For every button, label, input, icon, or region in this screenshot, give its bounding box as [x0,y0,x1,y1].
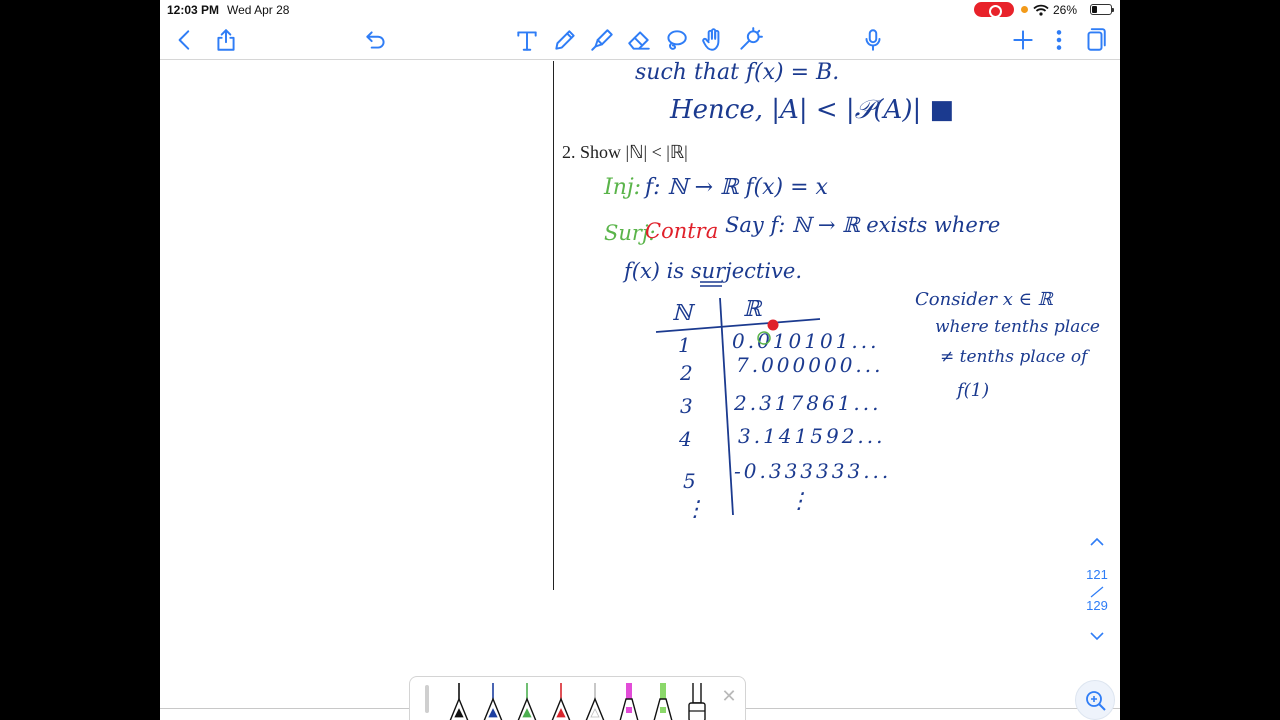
ink-table-header-n: ℕ [672,301,696,326]
notes-toolbar [160,20,1120,60]
ink-row-4-n: 4 [678,427,692,451]
pen-tray: ✕ [409,676,746,720]
ink-surj-text2: f(x) is surjective. [622,259,802,283]
ink-contra-label: Contra [645,219,718,243]
ink-row-1-r: 0.010101... [732,329,880,353]
battery-icon [1090,4,1114,15]
ink-table-right-ellipsis: ⋮ [788,489,810,514]
ink-surj-text: Say f: ℕ → ℝ exists where [725,213,1000,237]
close-icon[interactable]: ✕ [720,687,738,705]
eraser-tool-icon[interactable] [623,24,655,56]
pen-red[interactable] [549,681,573,720]
hand-tool-icon[interactable] [697,24,729,56]
ink-consider-line2: where tenths place [935,317,1100,337]
share-icon[interactable] [210,24,242,56]
laser-pointer-icon[interactable] [734,24,766,56]
chevron-down-icon[interactable] [1087,628,1107,644]
wifi-icon [1033,4,1049,16]
ink-row-5-r: -0.333333... [734,459,891,483]
ipad-screen: 12:03 PM Wed Apr 28 26% such that f(x) =… [160,0,1120,720]
status-time: 12:03 PM [167,3,220,17]
ink-consider-line3: ≠ tenths place of [940,347,1090,367]
back-icon[interactable] [169,24,201,56]
undo-icon[interactable] [360,24,392,56]
pen-white[interactable] [583,681,607,720]
ink-table-header-r: ℝ [743,297,763,322]
camera-indicator-icon [1021,6,1028,13]
add-page-icon[interactable] [1007,24,1039,56]
pen-blue[interactable] [481,681,505,720]
pages-icon[interactable] [1079,24,1111,56]
current-page-number: 121 [1086,567,1108,582]
ink-row-2-n: 2 [679,361,693,385]
status-date: Wed Apr 28 [227,3,290,17]
pen-black[interactable] [447,681,471,720]
status-bar: 12:03 PM Wed Apr 28 26% [160,0,1120,20]
screen-recording-icon[interactable] [974,2,1014,18]
ink-row-3-r: 2.317861... [733,391,882,415]
page-separator [1090,586,1104,598]
ink-row-3-n: 3 [680,394,693,418]
ink-consider-line1: Consider x ∈ ℝ [915,289,1054,310]
microphone-icon[interactable] [857,24,889,56]
zoom-button[interactable] [1075,680,1115,720]
ink-top-line1: such that f(x) = B. [635,61,839,85]
ink-row-1-n: 1 [678,333,691,357]
pen-pink-highlighter[interactable] [617,681,641,720]
page-navigator: 121 129 [1080,530,1114,650]
total-pages-number: 129 [1086,598,1108,613]
ink-table-left-ellipsis: ⋮ [684,497,706,522]
tray-drag-handle[interactable] [425,685,429,713]
text-tool-icon[interactable] [511,24,543,56]
problem-heading: 2. Show |ℕ| < |ℝ| [562,142,688,162]
chevron-up-icon[interactable] [1087,534,1107,550]
highlighter-tool-icon[interactable] [586,24,618,56]
lasso-tool-icon[interactable] [660,24,692,56]
pen-green-highlighter[interactable] [651,681,675,720]
pen-eraser[interactable] [685,681,709,720]
ink-row-2-r: 7.000000... [736,353,884,377]
ink-row-4-r: 3.141592... [738,424,886,448]
ink-top-line2: Hence, |A| < |𝒫(A)| ■ [669,95,954,125]
battery-percentage: 26% [1053,3,1078,17]
magnifier-plus-icon [1086,691,1106,711]
pen-green[interactable] [515,681,539,720]
pen-tool-icon[interactable] [549,24,581,56]
ink-row-5-n: 5 [683,469,696,493]
more-icon[interactable] [1043,24,1075,56]
ink-consider-line4: f(1) [955,380,989,401]
laser-pointer-dot [767,319,779,331]
ink-inj-label: Inj: [603,175,641,200]
ink-inj-text: f: ℕ → ℝ f(x) = x [643,175,828,200]
